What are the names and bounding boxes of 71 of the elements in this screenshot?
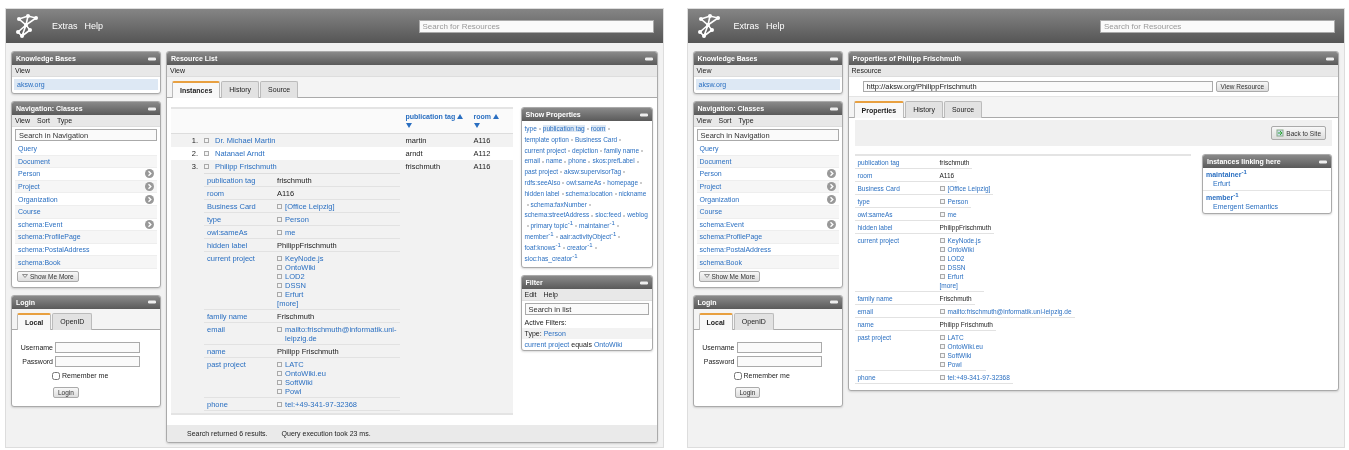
password-field[interactable]: [736, 355, 822, 367]
sort-ascending-icon[interactable]: [493, 114, 499, 119]
minimize-icon[interactable]: [148, 300, 156, 305]
chevron-icon: [826, 219, 836, 229]
chevron-icon: [826, 182, 836, 192]
search-field[interactable]: Search for Resources: [1100, 19, 1335, 33]
bullet-icon: [939, 361, 945, 367]
minimize-icon[interactable]: [148, 56, 156, 61]
minimize-icon[interactable]: [829, 56, 838, 61]
bullet-icon: [277, 326, 283, 332]
chevron-icon: [145, 194, 154, 204]
bullet-icon: [939, 334, 945, 340]
menu-item[interactable]: Help: [766, 21, 785, 31]
sort-descending-icon[interactable]: [405, 123, 412, 128]
bullet-icon: [277, 401, 283, 407]
chevron-icon: [145, 219, 154, 229]
bullet-icon: [939, 246, 945, 252]
bullet-icon: [939, 273, 945, 279]
menu-item[interactable]: Extras: [733, 21, 759, 31]
chevron-icon: [826, 194, 836, 204]
minimize-icon[interactable]: [639, 280, 648, 285]
minimize-icon[interactable]: [639, 112, 648, 117]
bullet-icon: [204, 164, 209, 169]
logo-icon: [696, 13, 721, 39]
chevron-icon: [826, 169, 836, 179]
bullet-icon: [277, 229, 283, 235]
username-field[interactable]: [55, 341, 140, 353]
bullet-icon: [277, 370, 283, 376]
bullet-icon: [277, 264, 283, 270]
bullet-icon: [277, 255, 283, 261]
bullet-icon: [277, 273, 283, 279]
minimize-icon[interactable]: [829, 300, 838, 305]
bullet-icon: [277, 282, 283, 288]
bullet-icon: [939, 308, 945, 314]
bullet-icon: [277, 388, 283, 394]
bullet-icon: [277, 291, 283, 297]
bullet-icon: [939, 343, 945, 349]
minimize-icon[interactable]: [829, 106, 838, 111]
sort-ascending-icon[interactable]: [457, 114, 464, 119]
caret-icon: [703, 274, 710, 279]
bullet-icon: [204, 138, 209, 143]
minimize-icon[interactable]: [1319, 159, 1327, 164]
arrow-icon: [1276, 129, 1285, 137]
password-field[interactable]: [55, 355, 140, 367]
checkbox[interactable]: [52, 371, 60, 380]
chevron-icon: [145, 169, 154, 179]
bullet-icon: [939, 264, 945, 270]
minimize-icon[interactable]: [148, 106, 156, 111]
bullet-icon: [277, 379, 283, 385]
logo-icon: [15, 13, 39, 39]
bullet-icon: [204, 151, 209, 156]
minimize-icon[interactable]: [1326, 56, 1334, 61]
chevron-icon: [145, 182, 154, 192]
bullet-icon: [939, 211, 945, 217]
caret-icon: [22, 274, 28, 279]
bullet-icon: [939, 198, 945, 204]
sort-descending-icon[interactable]: [473, 123, 480, 128]
menu-item[interactable]: Extras: [52, 21, 78, 31]
menu-item[interactable]: Help: [84, 21, 104, 31]
bullet-icon: [939, 237, 945, 243]
checkbox[interactable]: [733, 371, 742, 380]
bullet-icon: [277, 203, 283, 209]
bullet-icon: [939, 352, 945, 358]
bullet-icon: [277, 361, 283, 367]
bullet-icon: [939, 255, 945, 261]
minimize-icon[interactable]: [644, 56, 653, 61]
bullet-icon: [277, 216, 283, 222]
bullet-icon: [939, 374, 945, 380]
search-field[interactable]: Search for Resources: [418, 19, 654, 33]
username-field[interactable]: [736, 341, 822, 353]
bullet-icon: [939, 185, 945, 191]
